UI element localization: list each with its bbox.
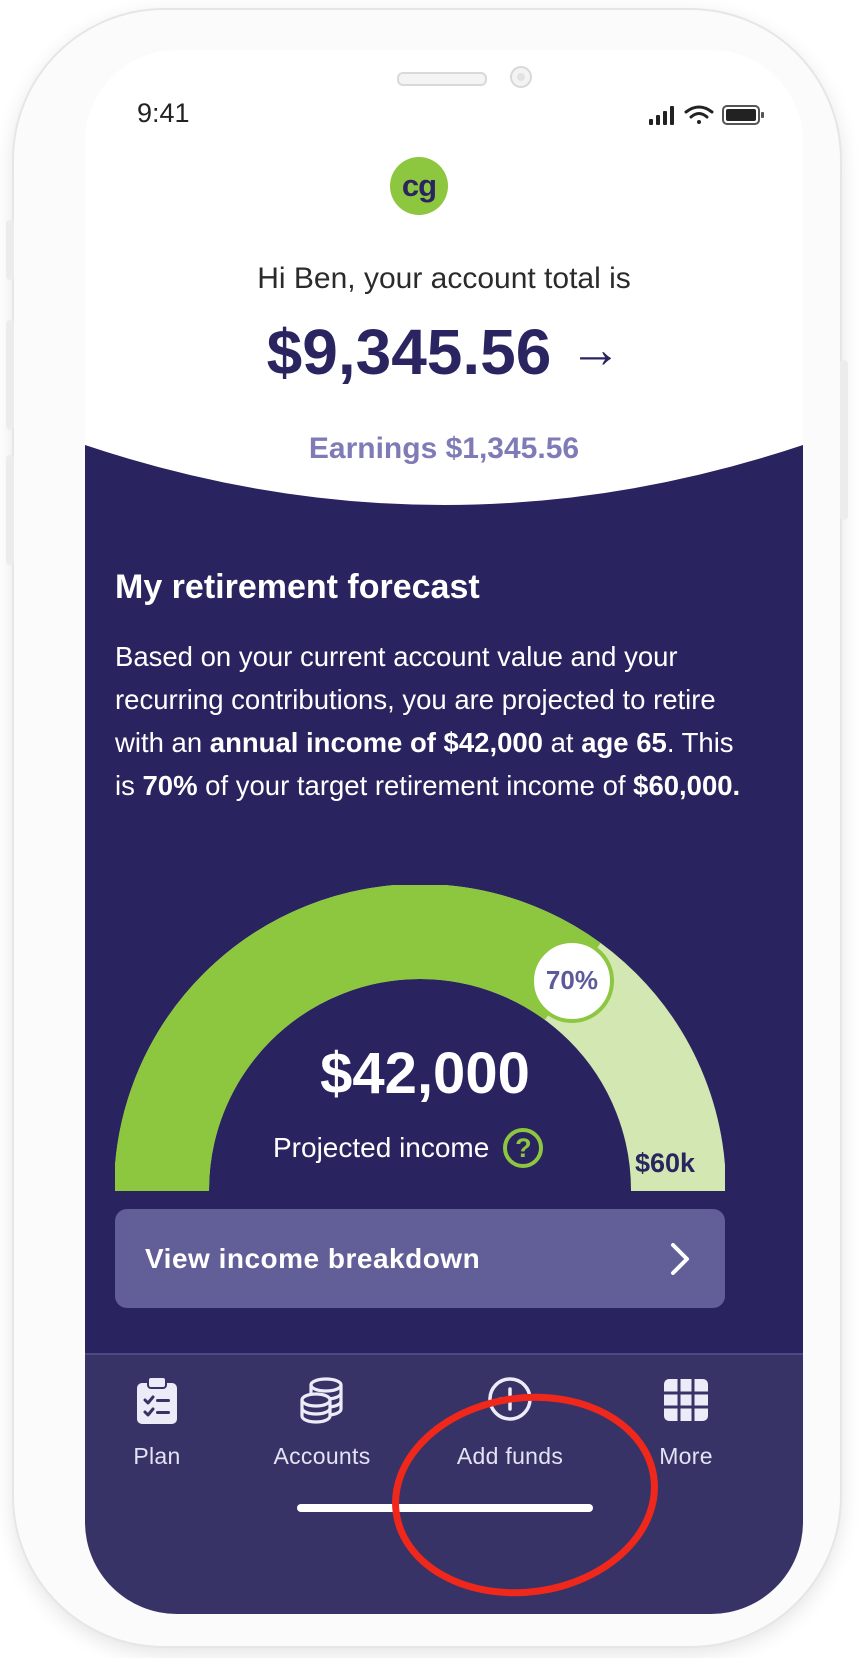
red-annotation-ellipse	[392, 1393, 658, 1597]
